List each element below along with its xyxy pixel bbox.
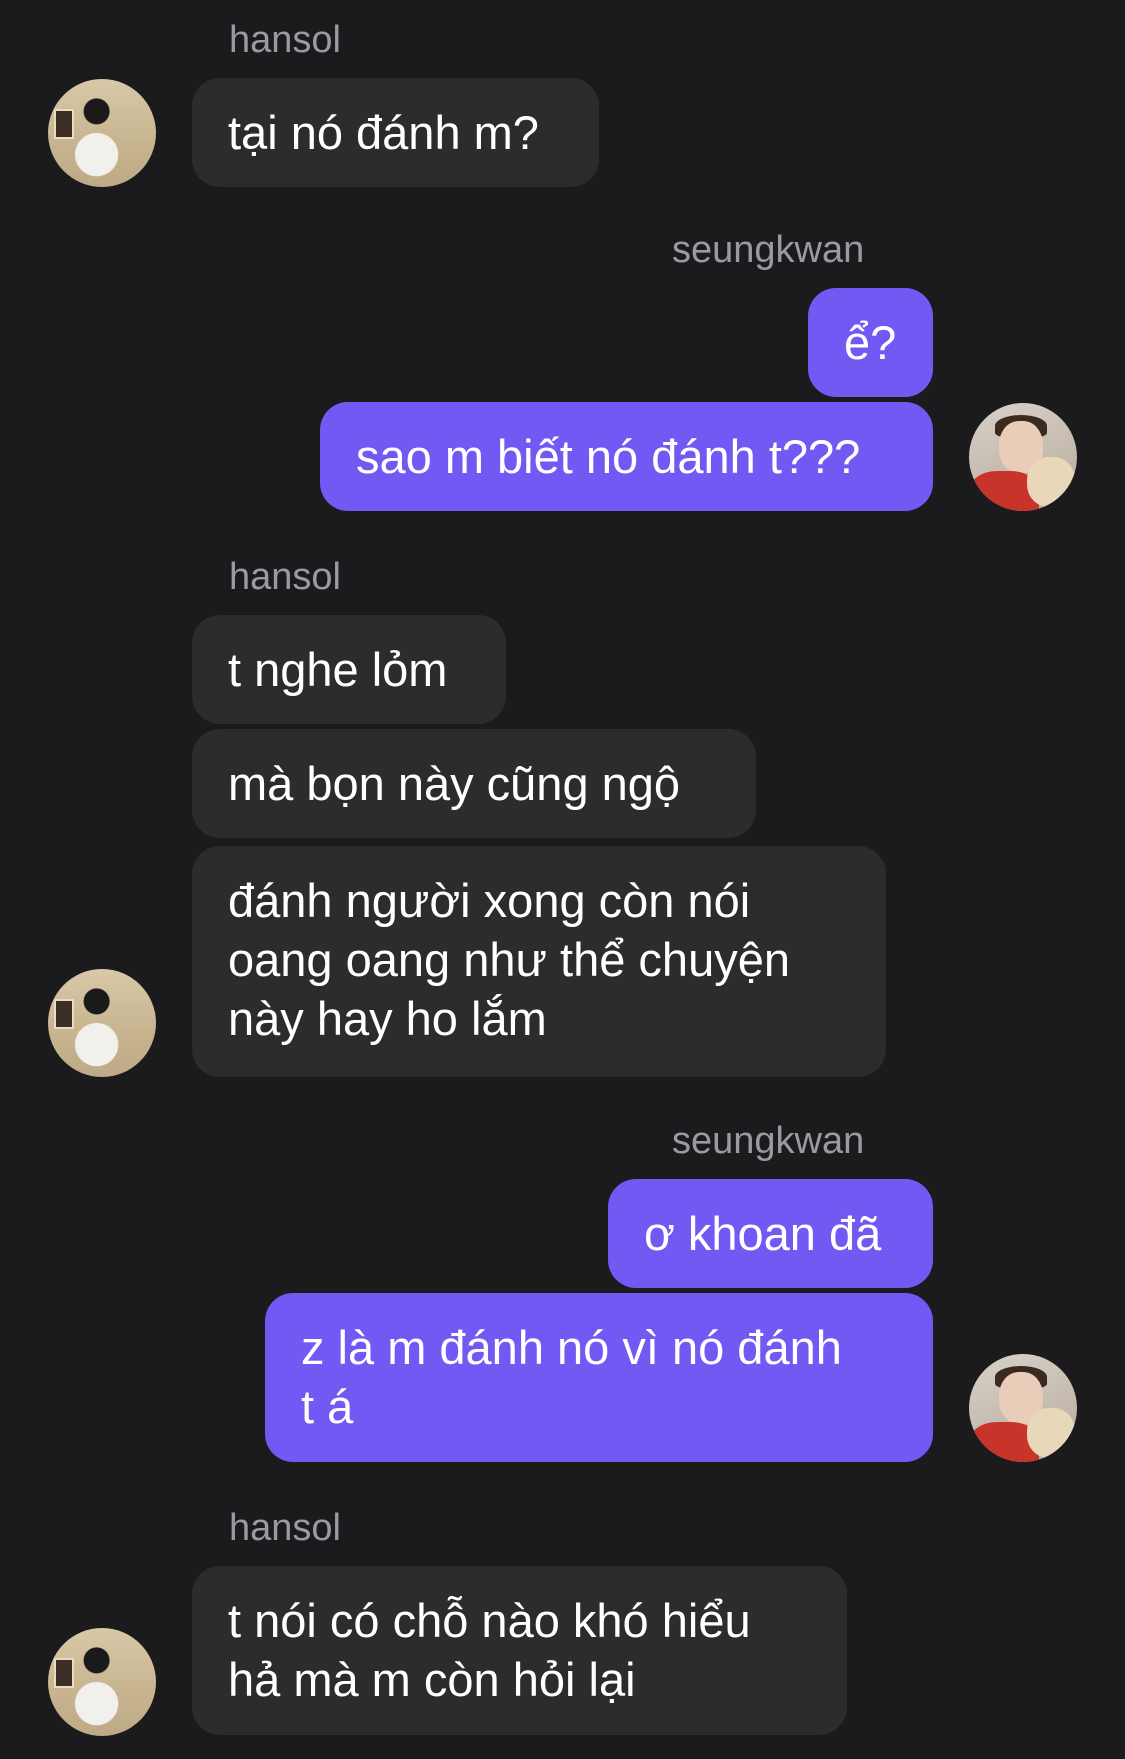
message-bubble-outgoing[interactable]: sao m biết nó đánh t??? <box>320 402 933 511</box>
sender-name: hansol <box>229 19 341 61</box>
avatar-seungkwan[interactable] <box>969 1354 1077 1462</box>
sender-name: hansol <box>229 1507 341 1549</box>
message-bubble-incoming[interactable]: đánh người xong còn nói oang oang như th… <box>192 846 886 1077</box>
message-bubble-incoming[interactable]: t nói có chỗ nào khó hiểu hả mà m còn hỏ… <box>192 1566 847 1735</box>
message-bubble-incoming[interactable]: mà bọn này cũng ngộ <box>192 729 756 838</box>
message-bubble-outgoing[interactable]: ể? <box>808 288 933 397</box>
sender-name: seungkwan <box>672 1120 865 1162</box>
message-bubble-outgoing[interactable]: ơ khoan đã <box>608 1179 933 1288</box>
sender-name: hansol <box>229 556 341 598</box>
avatar-seungkwan[interactable] <box>969 403 1077 511</box>
avatar-hansol[interactable] <box>48 969 156 1077</box>
avatar-hansol[interactable] <box>48 79 156 187</box>
message-bubble-incoming[interactable]: t nghe lỏm <box>192 615 506 724</box>
message-bubble-outgoing[interactable]: z là m đánh nó vì nó đánh t á <box>265 1293 933 1462</box>
message-bubble-incoming[interactable]: tại nó đánh m? <box>192 78 599 187</box>
sender-name: seungkwan <box>672 229 865 271</box>
avatar-hansol[interactable] <box>48 1628 156 1736</box>
